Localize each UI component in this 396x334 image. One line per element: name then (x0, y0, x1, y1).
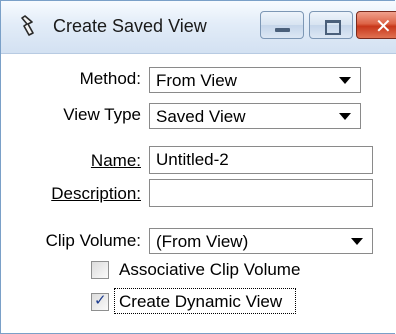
associative-clip-volume-label[interactable]: Associative Clip Volume (119, 260, 300, 280)
saved-view-icon (17, 15, 39, 39)
clip-volume-dropdown[interactable]: (From View) (149, 228, 373, 254)
method-value: From View (156, 71, 237, 90)
minimize-icon (275, 28, 290, 32)
chevron-down-icon (339, 113, 351, 120)
minimize-button[interactable] (260, 11, 304, 39)
create-dynamic-view-label[interactable]: Create Dynamic View (119, 292, 282, 312)
view-type-dropdown[interactable]: Saved View (149, 103, 361, 129)
close-button[interactable]: ✕ (356, 11, 396, 39)
checkmark-icon: ✓ (94, 291, 107, 309)
description-field[interactable] (149, 179, 373, 207)
clip-volume-label: Clip Volume: (45, 231, 141, 250)
window-title: Create Saved View (53, 16, 207, 36)
name-field[interactable] (149, 146, 373, 174)
view-type-value: Saved View (156, 107, 246, 126)
maximize-icon (325, 20, 341, 35)
chevron-down-icon (339, 77, 351, 84)
create-saved-view-dialog: Create Saved View ✕ Method: From View Vi… (0, 0, 396, 334)
method-label: Method: (79, 69, 141, 88)
chevron-down-icon (351, 238, 363, 245)
maximize-button[interactable] (309, 11, 353, 39)
clip-volume-value: (From View) (156, 232, 249, 251)
name-label: Name: (90, 151, 141, 170)
view-type-label: View Type (63, 105, 141, 124)
title-bar[interactable]: Create Saved View ✕ (1, 1, 396, 54)
description-label: Description: (51, 184, 141, 203)
associative-clip-volume-checkbox[interactable] (91, 261, 109, 279)
create-dynamic-view-checkbox[interactable]: ✓ (91, 291, 109, 311)
close-icon: ✕ (375, 14, 392, 38)
method-dropdown[interactable]: From View (149, 67, 361, 93)
